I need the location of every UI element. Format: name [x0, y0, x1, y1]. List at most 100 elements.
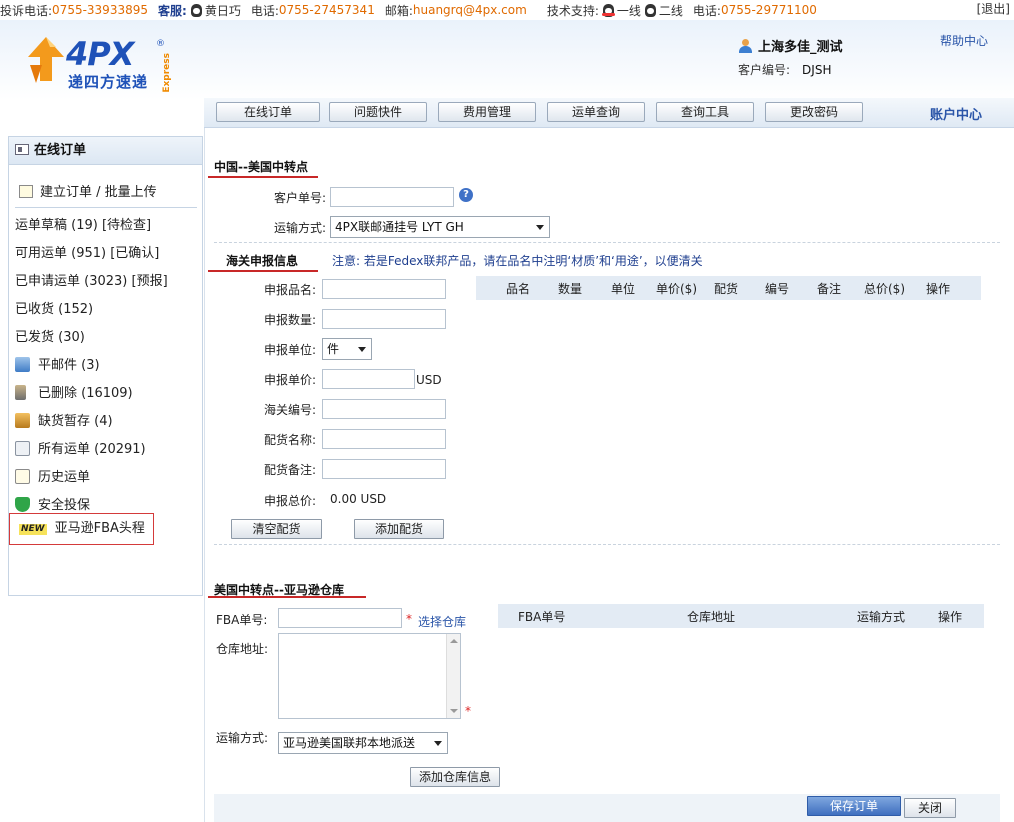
close-button[interactable]: 关闭 [904, 798, 956, 818]
declared-total-label: 申报总价: [263, 494, 316, 508]
complaint-phone: 0755-33933895 [52, 3, 148, 17]
phone2-label: 电话: [692, 3, 721, 18]
col-action: 操作 [938, 610, 963, 624]
logo-registered: ® [156, 39, 165, 49]
qq-icon[interactable] [601, 3, 615, 17]
nav-query-tools[interactable]: 查询工具 [656, 102, 754, 122]
scrollbar[interactable] [446, 634, 460, 718]
save-order-button[interactable]: 保存订单 [807, 796, 901, 816]
nav-online-order[interactable]: 在线订单 [216, 102, 320, 122]
help-center-link[interactable]: 帮助中心 [940, 32, 988, 49]
goods-name-label: 配货名称: [263, 433, 316, 447]
sidebar-title: 在线订单 [9, 137, 202, 165]
sidebar-item-stock-hold[interactable]: 缺货暂存 (4) [15, 410, 113, 429]
tech-line1-link[interactable]: 一线 [617, 2, 641, 19]
sidebar-item-label: 已删除 (16109) [38, 386, 133, 401]
sidebar-item-insurance[interactable]: 安全投保 [15, 494, 90, 513]
content-divider [204, 128, 205, 822]
sidebar-item-label: 平邮件 (3) [38, 358, 100, 373]
nav-problem-shipments[interactable]: 问题快件 [329, 102, 427, 122]
declared-unit-select[interactable]: 件 [322, 338, 372, 360]
declared-price-input[interactable] [322, 369, 415, 389]
declared-name-input[interactable] [322, 279, 446, 299]
sidebar-item-received[interactable]: 已收货 (152) [15, 298, 93, 317]
col-goods: 配货 [714, 282, 739, 296]
nav-waybill-query[interactable]: 运单查询 [547, 102, 645, 122]
sidebar: 在线订单 建立订单 / 批量上传 运单草稿 (19) [待检查] 可用运单 (9… [8, 136, 203, 596]
account-center-link[interactable]: 账户中心 [930, 104, 982, 123]
dashed-divider [214, 544, 1000, 545]
hs-code-input[interactable] [322, 399, 446, 419]
fba-number-input[interactable] [278, 608, 402, 628]
sidebar-item-label: 安全投保 [38, 498, 91, 513]
goods-note-label: 配货备注: [263, 463, 316, 477]
fba-shipping-value: 亚马逊美国联邦本地派送 [283, 736, 416, 750]
qq-icon[interactable] [190, 3, 202, 17]
warehouse-address-textarea[interactable] [278, 633, 461, 719]
shipping-method-label: 运输方式: [273, 221, 326, 235]
cs-name[interactable]: 黄日巧 [205, 2, 241, 19]
goods-note-input[interactable] [322, 459, 446, 479]
logo-express: Express [162, 53, 172, 93]
col-code: 编号 [765, 282, 790, 296]
customs-note: 注意: 若是Fedex联邦产品，请在品名中注明‘材质’和‘用途’，以便清关 [332, 254, 703, 268]
declared-qty-input[interactable] [322, 309, 446, 329]
sidebar-item-create-order[interactable]: 建立订单 / 批量上传 [19, 181, 157, 200]
qq-icon[interactable] [644, 3, 656, 17]
fba-shipping-select[interactable]: 亚马逊美国联邦本地派送 [278, 732, 448, 754]
sidebar-item-surface-mail[interactable]: 平邮件 (3) [15, 354, 100, 373]
chevron-down-icon [434, 741, 442, 746]
dashed-divider [214, 242, 1000, 243]
sidebar-item-drafts[interactable]: 运单草稿 (19) [待检查] [15, 214, 151, 233]
sidebar-item-available[interactable]: 可用运单 (951) [已确认] [15, 242, 159, 261]
sidebar-title-text: 在线订单 [34, 143, 87, 158]
required-star: * [406, 612, 412, 626]
phone-label: 电话: [250, 3, 279, 18]
section-china-us-title: 中国--美国中转点 [214, 160, 308, 174]
logo-chinese: 递四方速递 [68, 73, 149, 91]
sidebar-item-deleted[interactable]: 已删除 (16109) [15, 382, 133, 401]
logo-brand: 4PX [66, 35, 134, 73]
nav-change-password[interactable]: 更改密码 [765, 102, 863, 122]
history-icon [15, 469, 30, 484]
sidebar-item-shipped[interactable]: 已发货 (30) [15, 326, 85, 345]
nav-fee-management[interactable]: 费用管理 [438, 102, 536, 122]
col-remark: 备注 [817, 282, 842, 296]
goods-name-input[interactable] [322, 429, 446, 449]
user-name: 上海多佳_测试 [738, 36, 843, 55]
choose-warehouse-link[interactable]: 选择仓库 [418, 613, 466, 630]
cs-label: 客服: [158, 3, 187, 18]
sidebar-item-history[interactable]: 历史运单 [15, 466, 90, 485]
col-unit: 单位 [611, 282, 636, 296]
logout-link[interactable]: [退出] [977, 0, 1010, 17]
logo-mark-icon [28, 37, 64, 83]
cs-email-link[interactable]: huangrq@4px.com [413, 3, 527, 17]
edit-icon [19, 185, 33, 198]
section-underline [208, 270, 318, 272]
clear-goods-button[interactable]: 清空配货 [231, 519, 322, 539]
logo[interactable]: 4PX ® 递四方速递 Express [26, 35, 176, 93]
shipping-method-select[interactable]: 4PX联邮通挂号 LYT GH [330, 216, 550, 238]
declared-total-value: 0.00 USD [330, 492, 387, 506]
sidebar-item-label: 建立订单 / 批量上传 [40, 185, 157, 200]
declared-unit-value: 件 [327, 342, 340, 356]
sidebar-item-label: 历史运单 [38, 470, 91, 485]
col-shipping-method: 运输方式 [857, 610, 906, 624]
customer-order-input[interactable] [330, 187, 454, 207]
email-label: 邮箱: [384, 3, 413, 18]
help-icon[interactable]: ? [459, 188, 473, 202]
shield-check-icon [15, 497, 30, 512]
fba-number-label: FBA单号: [216, 613, 268, 627]
add-warehouse-button[interactable]: 添加仓库信息 [410, 767, 500, 787]
tech-line2-link[interactable]: 二线 [659, 2, 683, 19]
sidebar-item-applied[interactable]: 已申请运单 (3023) [预报] [15, 270, 168, 289]
col-action: 操作 [926, 282, 951, 296]
user-icon [738, 39, 754, 53]
sidebar-item-amazon-fba[interactable]: NEW 亚马逊FBA头程 [9, 513, 154, 545]
add-goods-button[interactable]: 添加配货 [354, 519, 444, 539]
chevron-down-icon [536, 225, 544, 230]
tech-support-label: 技术支持: [546, 3, 599, 18]
fba-shipping-label: 运输方式: [216, 731, 269, 745]
sidebar-item-all-waybills[interactable]: 所有运单 (20291) [15, 438, 146, 457]
user-name-text: 上海多佳_测试 [758, 40, 843, 55]
